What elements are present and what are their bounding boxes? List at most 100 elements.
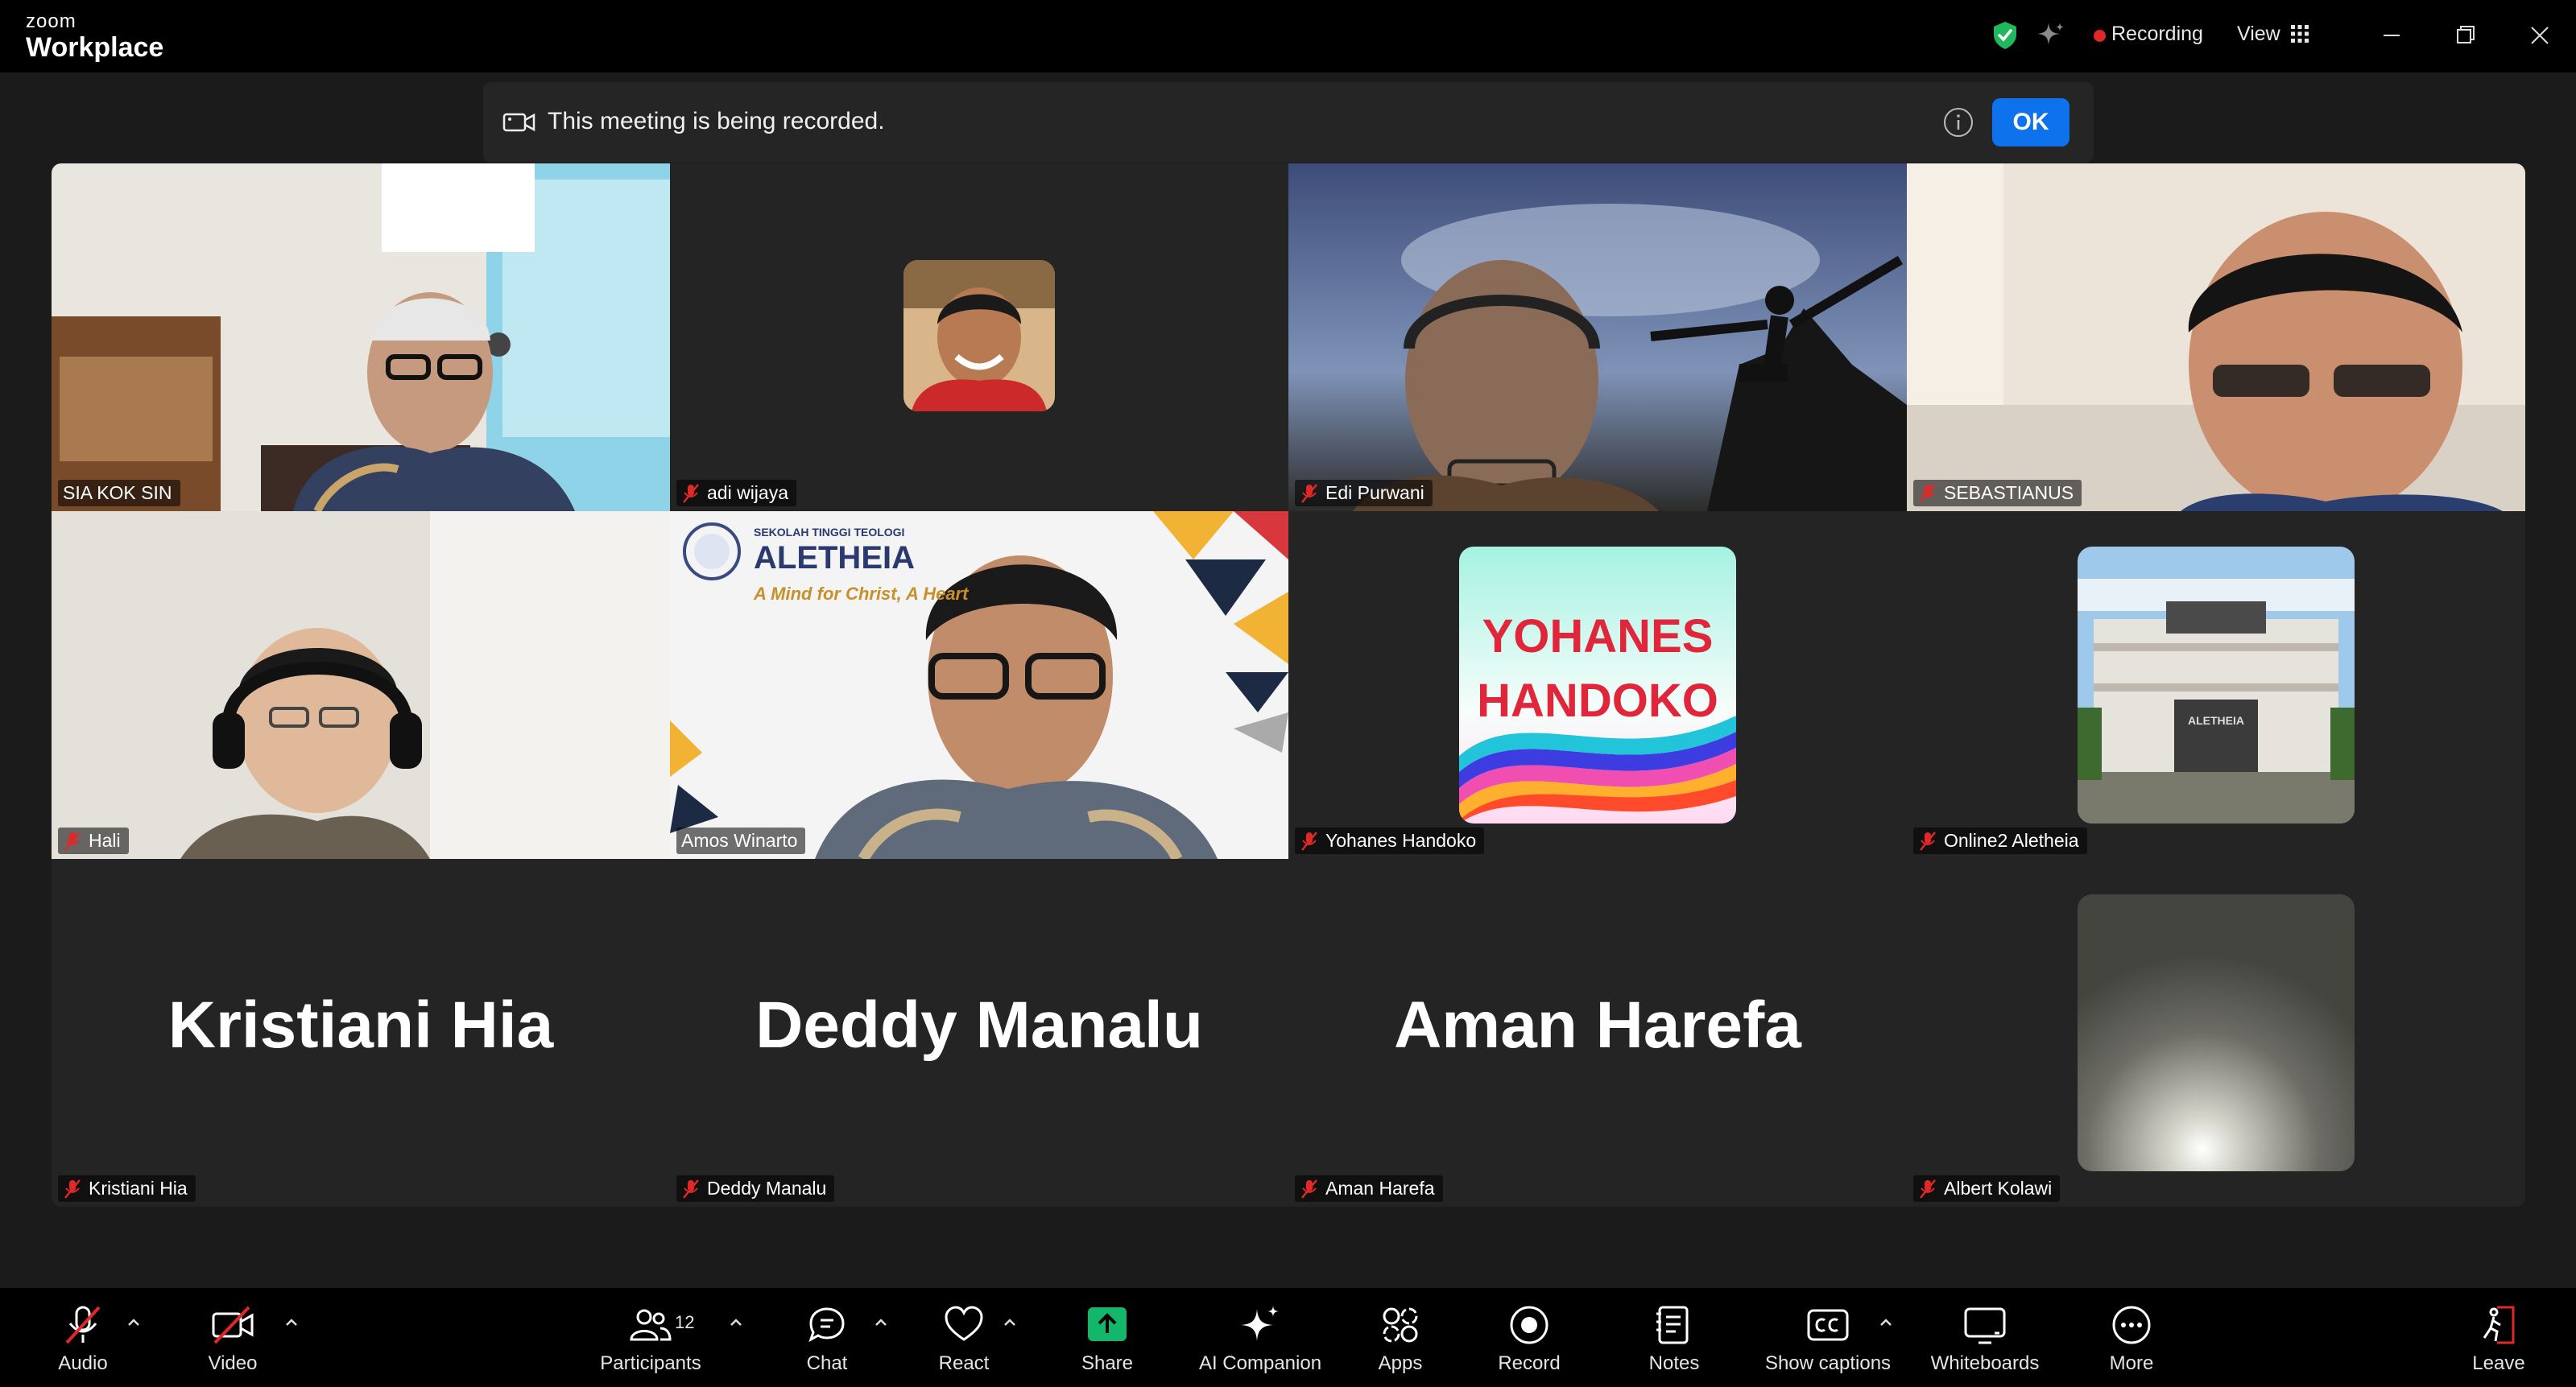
leave-door-icon: [2483, 1306, 2515, 1344]
whiteboards-button[interactable]: Whiteboards: [1925, 1302, 2045, 1375]
participant-display-name: Aman Harefa: [1394, 989, 1801, 1062]
react-button[interactable]: React: [929, 1302, 999, 1375]
share-button[interactable]: Share: [1073, 1302, 1142, 1375]
notes-button[interactable]: Notes: [1639, 1302, 1709, 1375]
mic-muted-icon: [1301, 483, 1317, 503]
apps-label: Apps: [1378, 1352, 1423, 1374]
mic-muted-icon: [64, 831, 81, 851]
participant-tile[interactable]: YOHANES HANDOKO Yohanes Handoko: [1288, 511, 1907, 859]
close-icon[interactable]: [2522, 18, 2557, 53]
avatar-building-photo: [2078, 547, 2355, 824]
participant-tile-active-speaker[interactable]: SEKOLAH TINGGI TEOLOGI ALETHEIA A Mind f…: [670, 511, 1288, 859]
chat-icon: [808, 1307, 845, 1343]
video-camera-icon: [502, 113, 535, 132]
participant-name-tag: Hali: [58, 828, 129, 854]
participant-name: SEBASTIANUS: [1944, 482, 2074, 503]
video-button[interactable]: Video: [198, 1302, 267, 1375]
record-button[interactable]: Record: [1495, 1302, 1564, 1375]
mic-off-icon: [65, 1306, 101, 1344]
participant-name: Albert Kolawi: [1944, 1178, 2053, 1199]
avatar-text-line-2: HANDOKO: [1477, 675, 1718, 727]
mic-muted-icon: [1920, 483, 1936, 503]
participant-tile[interactable]: Hali: [52, 511, 670, 859]
ai-companion-label: AI Companion: [1198, 1352, 1322, 1374]
video-gallery: SIA KOK SIN adi wijaya Edi Purwani SEBAS…: [52, 163, 2525, 1207]
minimize-icon[interactable]: [2374, 18, 2409, 53]
record-label: Record: [1498, 1352, 1561, 1374]
chat-options-caret-icon[interactable]: [873, 1317, 889, 1328]
participant-name: SIA KOK SIN: [63, 482, 172, 503]
participant-name: Online2 Aletheia: [1944, 830, 2079, 851]
shield-check-icon[interactable]: [1989, 19, 2021, 52]
participant-name-tag: adi wijaya: [676, 480, 796, 506]
participant-name-tag: SIA KOK SIN: [58, 480, 180, 506]
participant-video: [1288, 163, 1907, 511]
participant-display-name: Kristiani Hia: [167, 989, 554, 1062]
more-ellipsis-icon: [2112, 1306, 2151, 1344]
backdrop-school-name: ALETHEIA: [754, 540, 915, 576]
participant-name-tag: Edi Purwani: [1295, 480, 1433, 506]
mic-muted-icon: [1301, 831, 1317, 851]
mic-muted-icon: [1920, 1179, 1936, 1199]
show-captions-button[interactable]: Show captions: [1764, 1302, 1892, 1375]
captions-options-caret-icon[interactable]: [1878, 1317, 1894, 1328]
building-sign: ALETHEIA: [2188, 714, 2244, 727]
share-screen-icon: [1088, 1307, 1127, 1341]
show-captions-label: Show captions: [1764, 1352, 1892, 1374]
participants-options-caret-icon[interactable]: [728, 1317, 744, 1328]
react-options-caret-icon[interactable]: [1002, 1317, 1018, 1328]
participant-tile[interactable]: Deddy Manalu Deddy Manalu: [670, 859, 1288, 1207]
avatar-photo: [903, 260, 1055, 411]
view-grid-icon[interactable]: [2290, 24, 2309, 43]
mic-muted-icon: [683, 483, 699, 503]
mic-muted-icon: [64, 1179, 81, 1199]
chat-button[interactable]: Chat: [792, 1302, 862, 1375]
ai-sparkle-icon[interactable]: [2034, 19, 2066, 52]
info-icon[interactable]: [1942, 106, 1974, 138]
heart-icon: [945, 1306, 983, 1341]
participant-tile[interactable]: ALETHEIA Online2 Aletheia: [1907, 511, 2525, 859]
whiteboard-icon: [1964, 1307, 2006, 1344]
participant-name-tag: SEBASTIANUS: [1913, 480, 2082, 506]
leave-button[interactable]: Leave: [2464, 1302, 2533, 1375]
participant-tile[interactable]: SIA KOK SIN: [52, 163, 670, 511]
meeting-toolbar: Audio Video Participants 12 Chat React S…: [0, 1288, 2576, 1387]
view-menu[interactable]: View: [2237, 23, 2280, 46]
video-options-caret-icon[interactable]: [283, 1317, 300, 1328]
mic-muted-icon: [683, 1179, 699, 1199]
participant-name: Kristiani Hia: [89, 1178, 188, 1199]
backdrop-school-line: SEKOLAH TINGGI TEOLOGI: [754, 526, 905, 539]
participant-tile[interactable]: Kristiani Hia Kristiani Hia: [52, 859, 670, 1207]
mic-muted-icon: [1920, 831, 1936, 851]
record-icon: [1510, 1306, 1548, 1344]
mic-muted-icon: [1301, 1179, 1317, 1199]
recording-indicator[interactable]: Recording: [2111, 23, 2203, 46]
restore-icon[interactable]: [2448, 18, 2483, 53]
ai-companion-sparkle-icon: [1241, 1306, 1279, 1341]
participant-avatar: YOHANES HANDOKO: [1459, 547, 1736, 824]
more-button[interactable]: More: [2097, 1302, 2166, 1375]
audio-button[interactable]: Audio: [48, 1302, 118, 1375]
apps-icon: [1383, 1307, 1418, 1343]
participant-name-tag: Yohanes Handoko: [1295, 828, 1485, 854]
participant-tile[interactable]: SEBASTIANUS: [1907, 163, 2525, 511]
audio-options-caret-icon[interactable]: [126, 1317, 142, 1328]
more-label: More: [2109, 1352, 2154, 1374]
participant-name: adi wijaya: [707, 482, 788, 503]
apps-button[interactable]: Apps: [1366, 1302, 1435, 1375]
participant-video: [52, 511, 670, 859]
notes-label: Notes: [1648, 1352, 1700, 1374]
participant-tile[interactable]: Aman Harefa Aman Harefa: [1288, 859, 1907, 1207]
video-label: Video: [208, 1352, 258, 1374]
app-logo: zoom Workplace: [26, 11, 164, 64]
participant-name: Deddy Manalu: [707, 1178, 827, 1199]
participant-tile[interactable]: Albert Kolawi: [1907, 859, 2525, 1207]
ai-companion-button[interactable]: AI Companion: [1192, 1302, 1329, 1375]
participant-avatar: [2078, 894, 2355, 1171]
brand-large: Workplace: [26, 32, 164, 63]
participant-tile[interactable]: Edi Purwani: [1288, 163, 1907, 511]
ok-button[interactable]: OK: [1992, 98, 2069, 147]
participant-tile[interactable]: adi wijaya: [670, 163, 1288, 511]
avatar-photo: [2078, 894, 2355, 1171]
participant-name-tag: Online2 Aletheia: [1913, 828, 2087, 854]
